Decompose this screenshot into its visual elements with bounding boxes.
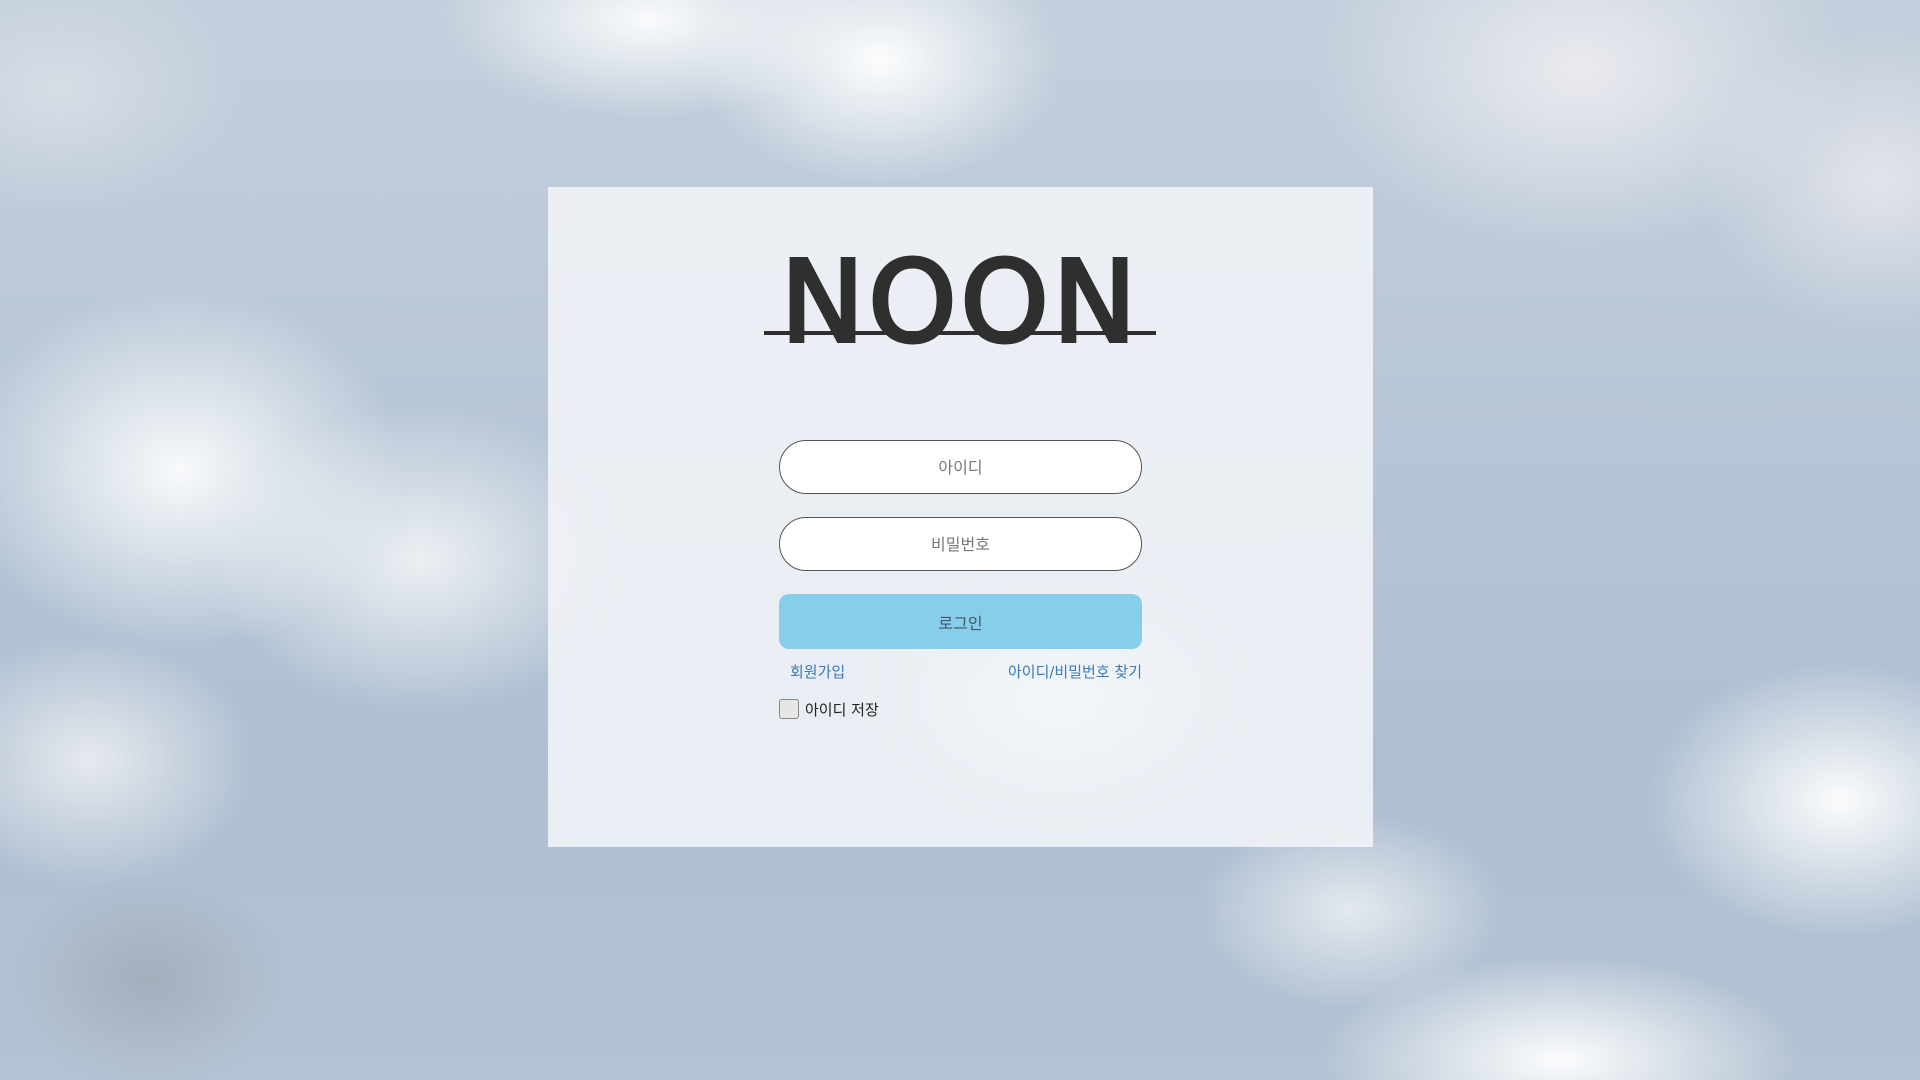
password-input[interactable] (779, 517, 1142, 571)
remember-id-label: 아이디 저장 (805, 700, 879, 719)
login-card: NOON 로그인 회원가입 아이디/비밀번호 찾기 아이디 저장 (548, 187, 1373, 847)
signup-link[interactable]: 회원가입 (790, 661, 845, 682)
find-id-password-link[interactable]: 아이디/비밀번호 찾기 (1008, 661, 1142, 682)
remember-id-checkbox[interactable] (779, 699, 799, 719)
noon-logo: NOON (779, 238, 1141, 368)
logo-underline (764, 331, 1156, 335)
login-button[interactable]: 로그인 (779, 594, 1142, 649)
id-input[interactable] (779, 440, 1142, 494)
remember-id-option[interactable]: 아이디 저장 (779, 698, 879, 720)
